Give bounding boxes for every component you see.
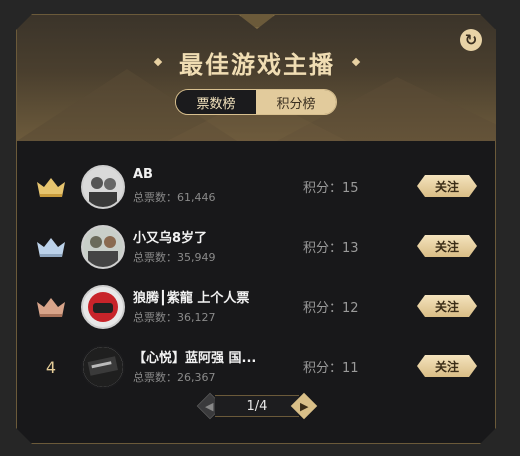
bronze-crown-icon [35, 295, 67, 319]
avatar[interactable] [81, 225, 125, 269]
avatar[interactable] [81, 345, 125, 389]
score-value: 积分：13 [303, 241, 359, 256]
title-left-diamond-icon [153, 57, 163, 67]
vote-count: 总票数：26,367 [133, 371, 216, 384]
follow-button[interactable]: 关注 [417, 355, 477, 377]
tab-votes[interactable]: 票数榜 [176, 90, 256, 114]
vote-count: 总票数：61,446 [133, 191, 216, 204]
chevron-right-icon: ▶ [300, 400, 309, 413]
vote-count: 总票数：35,949 [133, 251, 216, 264]
score-value: 积分：11 [303, 361, 359, 376]
panel-header: 最佳游戏主播 ↻ 票数榜 积分榜 [17, 15, 496, 141]
follow-button[interactable]: 关注 [417, 175, 477, 197]
silver-crown-icon [35, 235, 67, 259]
vote-count: 总票数：36,127 [133, 311, 216, 324]
streamer-name[interactable]: 【心悦】蓝阿强 国... [133, 347, 256, 366]
streamer-name[interactable]: 狼腾┃紫龍 上个人票 [133, 287, 249, 306]
gold-crown-icon [35, 175, 67, 199]
rank-number: 4 [45, 357, 57, 377]
panel-title: 最佳游戏主播 [179, 50, 335, 79]
ranking-panel: 最佳游戏主播 ↻ 票数榜 积分榜 AB 总票数：61,446 积分：15 关注 [16, 14, 496, 444]
list-item: 4 【心悦】蓝阿强 国... 总票数：26,367 积分：11 关注 [17, 337, 496, 397]
avatar[interactable] [81, 285, 125, 329]
streamer-name[interactable]: AB [133, 167, 153, 182]
follow-button[interactable]: 关注 [417, 235, 477, 257]
list-item: 狼腾┃紫龍 上个人票 总票数：36,127 积分：12 关注 [17, 277, 496, 337]
pagination: ◀ 1/4 ▶ [196, 392, 318, 420]
title-right-diamond-icon [351, 57, 361, 67]
streamer-name[interactable]: 小又乌8岁了 [133, 227, 207, 246]
follow-button[interactable]: 关注 [417, 295, 477, 317]
tab-points[interactable]: 积分榜 [256, 90, 336, 114]
score-value: 积分：12 [303, 301, 359, 316]
avatar[interactable] [81, 165, 125, 209]
chevron-left-icon: ◀ [205, 400, 214, 413]
list-item: 小又乌8岁了 总票数：35,949 积分：13 关注 [17, 217, 496, 277]
score-value: 积分：15 [303, 181, 359, 196]
refresh-icon[interactable]: ↻ [460, 29, 482, 51]
widget-background: 最佳游戏主播 ↻ 票数榜 积分榜 AB 总票数：61,446 积分：15 关注 [0, 0, 520, 456]
page-indicator: 1/4 [215, 395, 299, 417]
ranking-tabs: 票数榜 积分榜 [175, 89, 337, 115]
title-row: 最佳游戏主播 [17, 45, 496, 79]
list-item: AB 总票数：61,446 积分：15 关注 [17, 157, 496, 217]
